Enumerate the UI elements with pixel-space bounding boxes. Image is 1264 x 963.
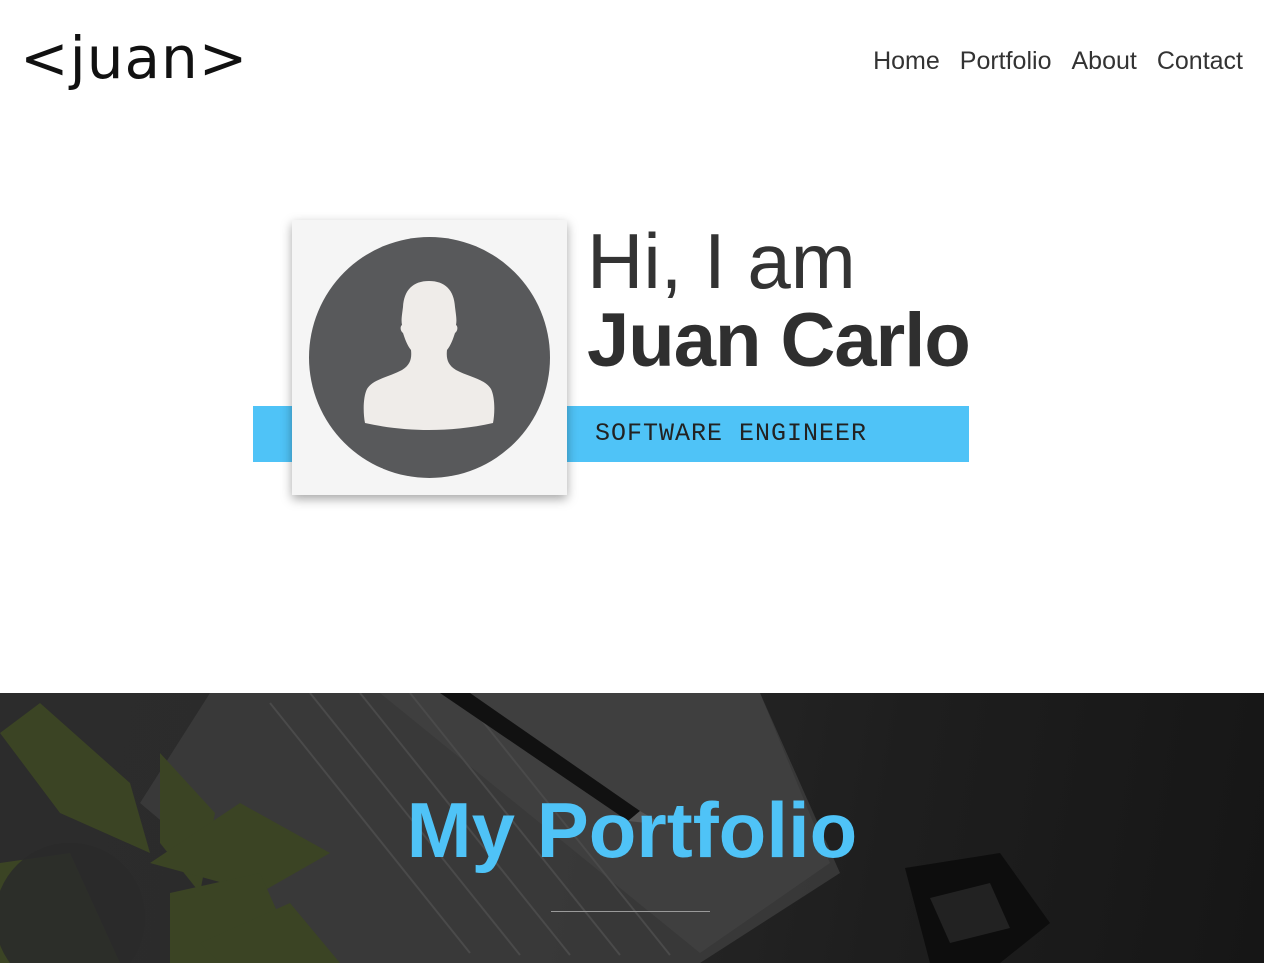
- hero-greeting: Hi, I am: [587, 217, 856, 305]
- hero-section: SOFTWARE ENGINEER Hi, I am Juan Carlo: [0, 120, 1264, 693]
- section-divider: [551, 911, 710, 912]
- user-silhouette-icon: [309, 237, 550, 478]
- portfolio-section: My Portfolio: [0, 693, 1264, 963]
- hero-name: Juan Carlo: [587, 298, 971, 383]
- nav-home-link[interactable]: Home: [873, 42, 940, 80]
- nav-about-link[interactable]: About: [1071, 42, 1136, 80]
- role-title: SOFTWARE ENGINEER: [595, 419, 868, 448]
- portfolio-heading: My Portfolio: [406, 786, 858, 874]
- site-logo[interactable]: <juan>: [20, 22, 248, 94]
- main-nav: Home Portfolio About Contact: [873, 42, 1243, 80]
- profile-photo-card: [292, 220, 567, 495]
- nav-portfolio-link[interactable]: Portfolio: [960, 42, 1052, 80]
- site-header: <juan> Home Portfolio About Contact: [0, 0, 1264, 120]
- nav-contact-link[interactable]: Contact: [1157, 42, 1243, 80]
